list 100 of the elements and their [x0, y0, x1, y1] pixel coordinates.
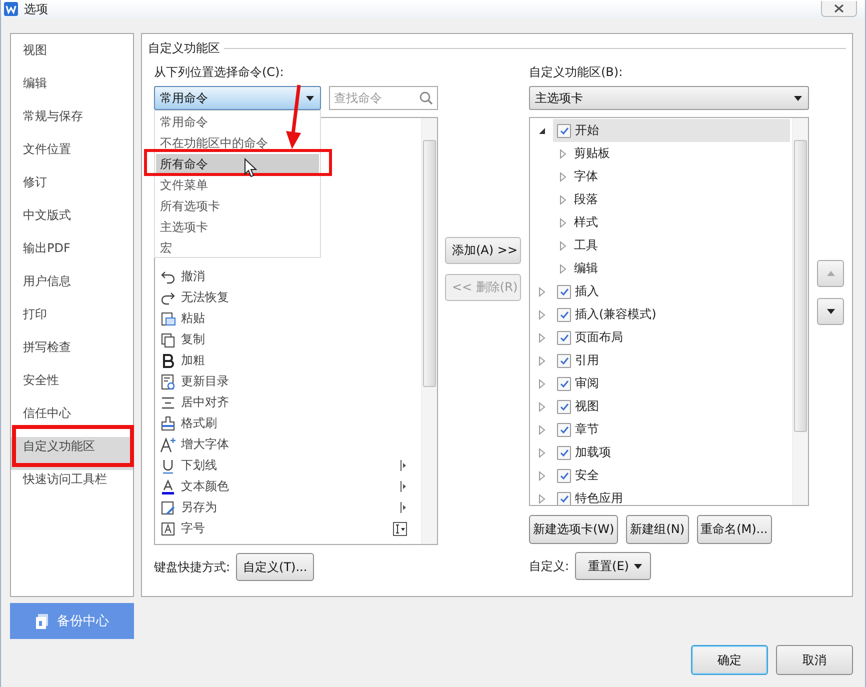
tree-item[interactable]: 剪贴板 [574, 145, 610, 162]
checkbox[interactable] [557, 354, 571, 368]
tree-item[interactable]: 审阅 [575, 375, 599, 392]
tree-item-highlight[interactable]: 引用 [553, 349, 790, 372]
expand-icon[interactable] [559, 264, 567, 274]
sidebar-item[interactable]: 常规与保存 [11, 107, 133, 140]
scrollbar[interactable] [421, 118, 437, 544]
tree-item[interactable]: 字体 [574, 168, 598, 185]
checkbox[interactable] [557, 124, 571, 138]
expand-icon[interactable] [559, 148, 567, 158]
expand-icon[interactable] [538, 494, 546, 504]
checkbox[interactable] [557, 446, 571, 460]
command-item[interactable]: 文本颜色 [155, 476, 421, 497]
checkbox[interactable] [557, 376, 571, 390]
tree-item-highlight[interactable]: 插入 [553, 280, 790, 303]
tree-item[interactable]: 页面布局 [575, 329, 623, 346]
tree-item[interactable]: 特色应用 [575, 490, 623, 505]
dropdown-option[interactable]: 常用命令 [156, 112, 319, 133]
tree-item-highlight[interactable]: 章节 [553, 418, 790, 441]
source-dropdown[interactable]: 常用命令 [154, 86, 321, 110]
tree-item[interactable]: 段落 [574, 191, 598, 208]
command-item[interactable]: 加粗 [155, 350, 421, 371]
customize-shortcut-button[interactable]: 自定义(T)... [236, 553, 314, 581]
tree-item[interactable]: 开始 [575, 122, 599, 139]
dropdown-option[interactable]: 所有选项卡 [156, 196, 319, 217]
command-item[interactable]: 复制 [155, 329, 421, 350]
tree-item-highlight[interactable]: 开始 [553, 119, 790, 142]
expand-icon[interactable] [559, 172, 567, 182]
expand-icon[interactable] [559, 240, 567, 250]
collapse-icon[interactable] [538, 126, 546, 136]
command-item[interactable]: 字号 [155, 518, 421, 539]
expand-icon[interactable] [538, 448, 546, 458]
expand-icon[interactable] [559, 194, 567, 204]
tree-item-highlight[interactable]: 插入(兼容模式) [553, 303, 790, 326]
checkbox[interactable] [557, 308, 571, 322]
command-item[interactable]: 居中对齐 [155, 392, 421, 413]
expand-icon[interactable] [538, 310, 546, 320]
dropdown-option[interactable]: 主选项卡 [156, 217, 319, 238]
dropdown-option[interactable]: 不在功能区中的命令 [156, 133, 319, 154]
ok-button[interactable]: 确定 [691, 645, 768, 675]
command-item[interactable]: 撤消 [155, 266, 421, 287]
checkbox[interactable] [557, 468, 571, 482]
sidebar-item[interactable]: 用户信息 [11, 272, 133, 305]
tree-item[interactable]: 章节 [575, 421, 599, 438]
command-item[interactable]: 粘贴 [155, 308, 421, 329]
sidebar-item[interactable]: 打印 [11, 305, 133, 338]
checkbox[interactable] [557, 400, 571, 414]
command-item[interactable]: 另存为 [155, 497, 421, 518]
tree-item-highlight[interactable]: 特色应用 [553, 487, 790, 505]
sidebar-item[interactable]: 视图 [11, 41, 133, 74]
dropdown-option[interactable]: 宏 [156, 238, 319, 259]
tree-item[interactable]: 安全 [575, 467, 599, 484]
sidebar-item[interactable]: 文件位置 [11, 140, 133, 173]
command-item[interactable]: 更新目录 [155, 371, 421, 392]
add-button[interactable]: 添加(A) >> [445, 237, 521, 264]
tree-item[interactable]: 引用 [575, 352, 599, 369]
expand-icon[interactable] [538, 402, 546, 412]
tree-item-highlight[interactable]: 安全 [553, 464, 790, 487]
command-item[interactable]: 格式刷 [155, 413, 421, 434]
dropdown-option[interactable]: 文件菜单 [156, 175, 319, 196]
sidebar-item[interactable]: 拼写检查 [11, 338, 133, 371]
command-item[interactable]: 无法恢复 [155, 287, 421, 308]
sidebar-item[interactable]: 编辑 [11, 74, 133, 107]
expand-icon[interactable] [538, 378, 546, 388]
expand-icon[interactable] [538, 424, 546, 434]
move-down-button[interactable] [817, 298, 844, 325]
tree-item-highlight[interactable]: 审阅 [553, 372, 790, 395]
new-tab-button[interactable]: 新建选项卡(W) [529, 515, 618, 544]
tree-item[interactable]: 视图 [575, 398, 599, 415]
tree-item[interactable]: 样式 [574, 214, 598, 231]
tree-item-highlight[interactable]: 视图 [553, 395, 790, 418]
sidebar-item[interactable]: 中文版式 [11, 206, 133, 239]
tree-item[interactable]: 工具 [574, 237, 598, 254]
checkbox[interactable] [557, 422, 571, 436]
tree-item[interactable]: 插入 [575, 283, 599, 300]
search-field[interactable]: 查找命令 [329, 86, 438, 110]
expand-icon[interactable] [559, 218, 567, 228]
expand-icon[interactable] [538, 470, 546, 480]
expand-icon[interactable] [538, 286, 546, 296]
expand-icon[interactable] [538, 356, 546, 366]
expand-icon[interactable] [538, 332, 546, 342]
reset-button[interactable]: 重置(E) [575, 552, 652, 580]
tree-item-highlight[interactable]: 页面布局 [553, 326, 790, 349]
new-group-button[interactable]: 新建组(N) [626, 515, 689, 544]
tree-item[interactable]: 加载项 [575, 444, 611, 461]
command-item[interactable]: 增大字体 [155, 434, 421, 455]
sidebar-item[interactable]: 快速访问工具栏 [11, 470, 133, 503]
checkbox[interactable] [557, 284, 571, 298]
tree-item[interactable]: 插入(兼容模式) [575, 306, 656, 323]
checkbox[interactable] [557, 330, 571, 344]
tree-item-highlight[interactable]: 加载项 [553, 441, 790, 464]
sidebar-item[interactable]: 安全性 [11, 371, 133, 404]
tree-item[interactable]: 编辑 [574, 260, 598, 277]
sidebar-item[interactable]: 修订 [11, 173, 133, 206]
command-item[interactable]: 下划线 [155, 455, 421, 476]
move-up-button[interactable] [817, 260, 844, 287]
sidebar-item[interactable]: 信任中心 [11, 404, 133, 437]
cancel-button[interactable]: 取消 [776, 645, 853, 675]
sidebar-item[interactable]: 输出PDF [11, 239, 133, 272]
tab-scope-dropdown[interactable]: 主选项卡 [529, 86, 809, 110]
